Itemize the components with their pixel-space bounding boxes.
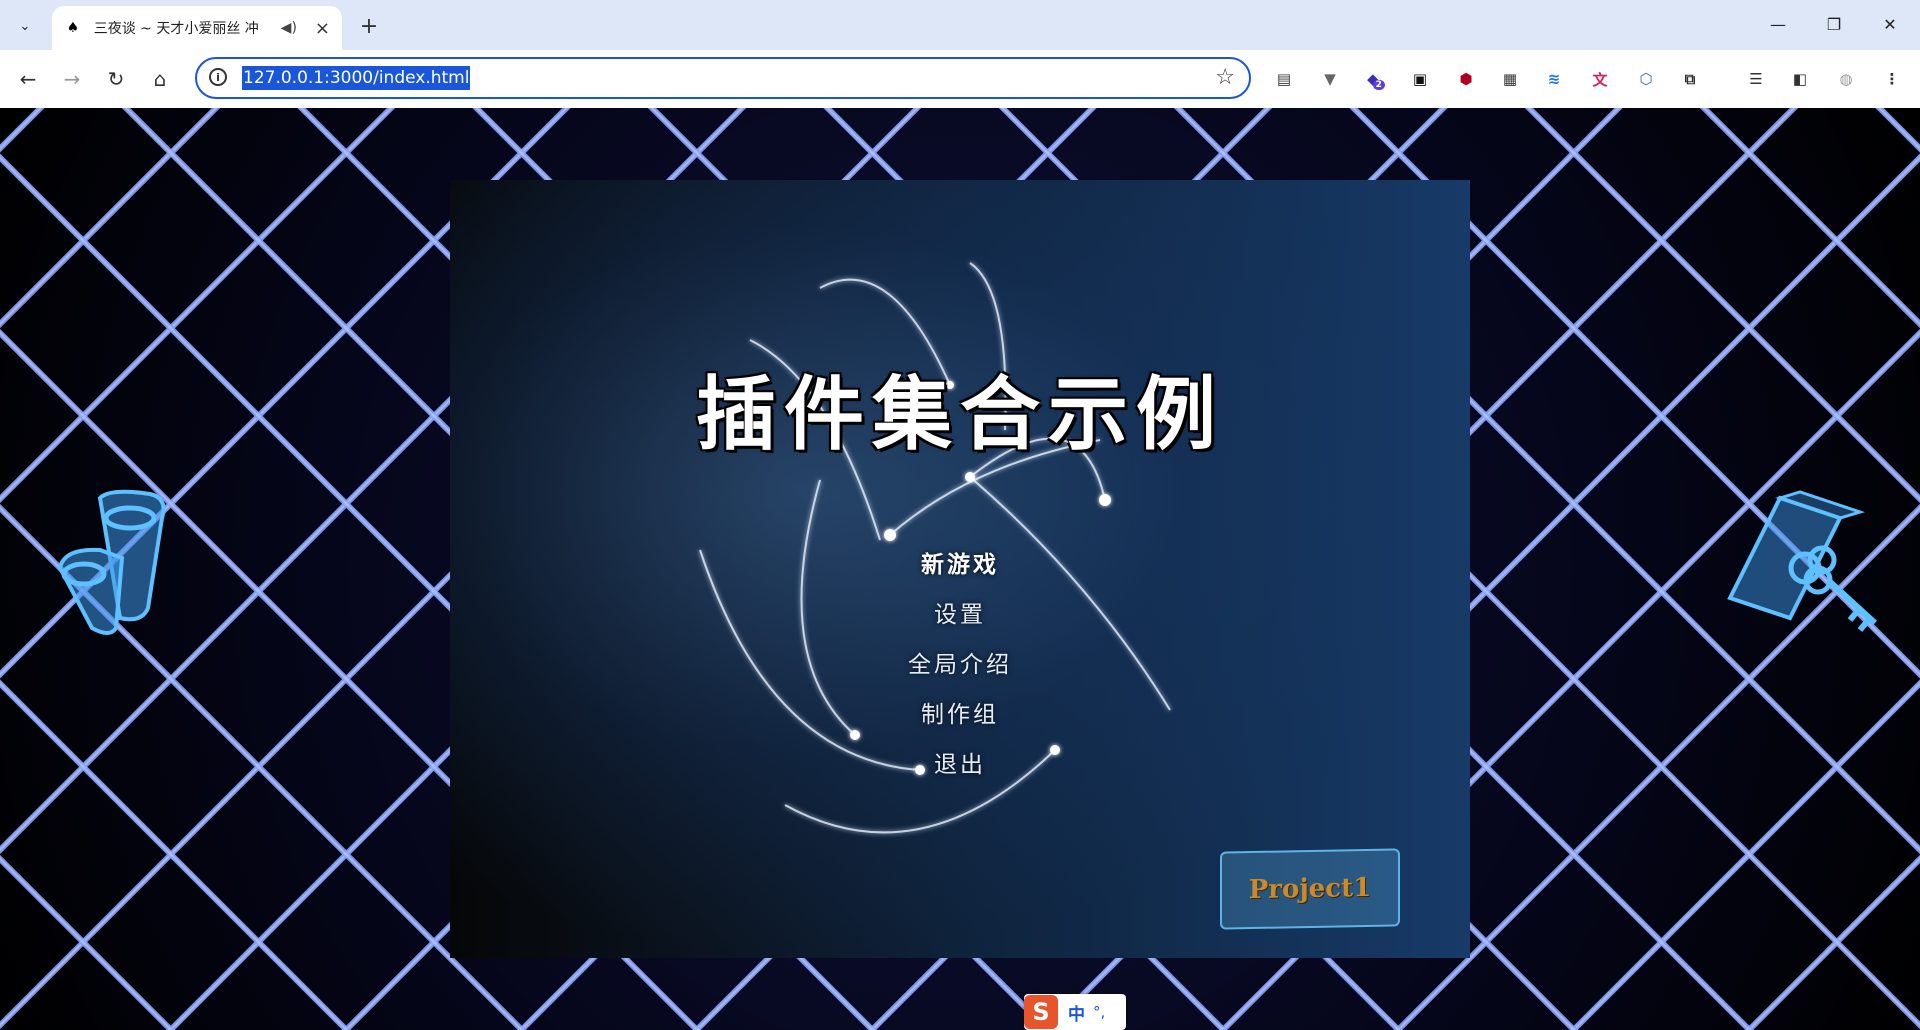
menu-exit[interactable]: 退出 (810, 745, 1110, 779)
tab-strip: ⌄ ♠ 三夜谈 ~ 天才小爱丽丝 冲 ◀) × + — ❐ ✕ (0, 0, 1920, 50)
address-bar[interactable]: i 127.0.0.1:3000/index.html ☆ (195, 57, 1251, 99)
game-favicon-icon: ♠ (66, 20, 80, 36)
active-tab[interactable]: ♠ 三夜谈 ~ 天才小爱丽丝 冲 ◀) × (52, 6, 342, 50)
more-icon[interactable]: ⋮ (1878, 65, 1906, 93)
project1-logo[interactable]: Project1 (1220, 848, 1400, 930)
tab-search-button[interactable]: ⌄ (10, 11, 40, 41)
menu-new-game[interactable]: 新游戏 (810, 545, 1110, 579)
new-tab-button[interactable]: + (355, 12, 383, 40)
reload-icon[interactable]: ↻ (100, 63, 132, 95)
home-icon[interactable]: ⌂ (144, 63, 176, 95)
profile-avatar[interactable]: ◍ (1832, 65, 1860, 93)
sogou-icon: S (1024, 995, 1058, 1029)
ext-vue-icon[interactable]: ▼ (1316, 65, 1344, 93)
tab-title: 三夜谈 ~ 天才小爱丽丝 冲 (93, 21, 259, 37)
ext-badge-count: 2 (1372, 80, 1385, 90)
back-icon[interactable]: ← (12, 63, 44, 95)
game-canvas[interactable]: 插件集合示例 新游戏 设置 全局介绍 制作组 退出 Project1 (450, 180, 1470, 958)
tab-close-icon[interactable]: × (315, 18, 330, 39)
playlist-icon[interactable]: ☰ (1742, 65, 1770, 93)
forward-icon[interactable]: → (56, 63, 88, 95)
minimize-icon[interactable]: — (1750, 0, 1806, 48)
project1-logo-text: Project1 (1248, 872, 1372, 906)
cube-icon[interactable]: ⬡ (1632, 65, 1660, 93)
ublock-icon[interactable]: ⬢ (1452, 65, 1480, 93)
menu-credits[interactable]: 制作组 (810, 695, 1110, 729)
puzzle-icon[interactable]: ⧉ (1676, 65, 1704, 93)
ime-punct: °, (1093, 1003, 1106, 1021)
ext-dark-icon[interactable]: ▣ (1406, 65, 1434, 93)
qr-code-icon[interactable]: ▦ (1496, 65, 1524, 93)
bookmark-star-icon[interactable]: ☆ (1215, 65, 1235, 90)
cup-decoration-icon (57, 489, 166, 635)
site-info-icon[interactable]: i (209, 68, 227, 86)
close-icon[interactable]: ✕ (1862, 0, 1918, 48)
game-title: 插件集合示例 (696, 367, 1224, 461)
ime-language: 中 (1068, 1004, 1085, 1025)
url-text[interactable]: 127.0.0.1:3000/index.html (242, 66, 471, 90)
translate-icon[interactable]: 文 (1586, 65, 1614, 93)
ext-1-icon[interactable]: ▤ (1270, 65, 1298, 93)
ime-indicator[interactable]: S 中 °, (1024, 994, 1126, 1030)
key-box-decoration-icon (1727, 490, 1878, 632)
speaker-icon[interactable]: ◀) (281, 20, 297, 36)
menu-global-intro[interactable]: 全局介绍 (810, 645, 1110, 679)
browser-toolbar: ← → ↻ ⌂ i 127.0.0.1:3000/index.html ☆ ▤ … (0, 50, 1920, 109)
side-panel-icon[interactable]: ◧ (1786, 65, 1814, 93)
menu-settings[interactable]: 设置 (810, 595, 1110, 629)
page-viewport: 插件集合示例 新游戏 设置 全局介绍 制作组 退出 Project1 S 中 °… (0, 108, 1920, 1030)
sync-icon[interactable]: ≋ (1540, 65, 1568, 93)
ext-badge-icon[interactable]: ◆ 2 (1362, 65, 1390, 93)
restore-icon[interactable]: ❐ (1806, 0, 1862, 48)
